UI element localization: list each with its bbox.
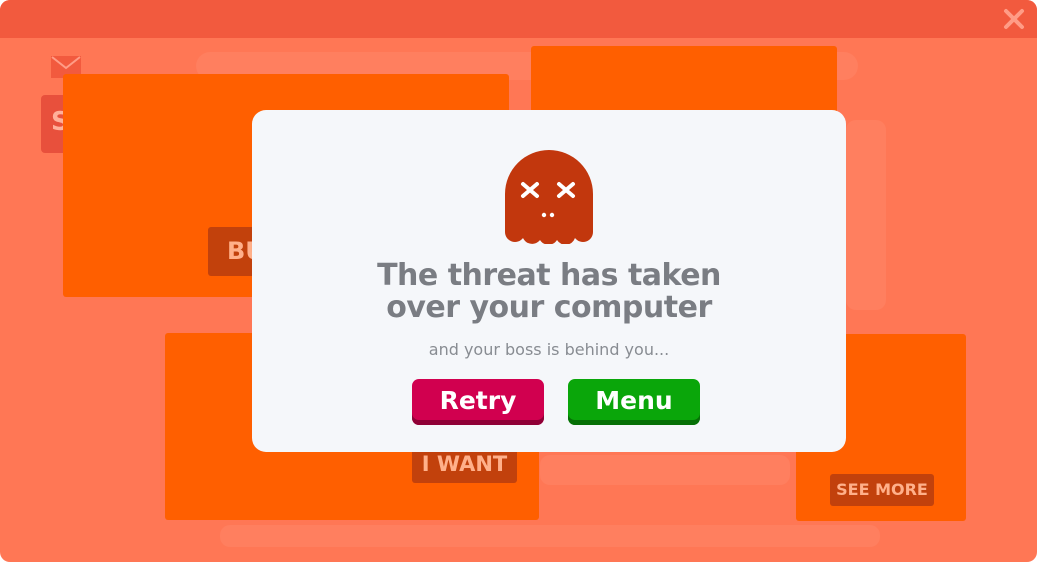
title-bar: [0, 0, 1037, 38]
dialog-title-line: over your computer: [386, 290, 712, 325]
see-more-ad-button: SEE MORE: [830, 474, 934, 506]
background-placeholder: [220, 525, 880, 547]
background-placeholder: [540, 455, 790, 485]
background-placeholder: [846, 120, 886, 310]
game-window: S BU I WANT SEE MORE The threat has take…: [0, 0, 1037, 562]
game-over-dialog: The threat has taken over your computer …: [252, 110, 846, 452]
retry-button[interactable]: Retry: [412, 379, 544, 425]
menu-button[interactable]: Menu: [568, 379, 700, 425]
dialog-subtitle: and your boss is behind you...: [428, 340, 670, 359]
dialog-title: The threat has taken over your computer: [252, 260, 846, 324]
dead-ghost-icon: [505, 150, 593, 244]
close-icon[interactable]: [1001, 6, 1027, 32]
dialog-title-line: The threat has taken: [377, 258, 721, 293]
